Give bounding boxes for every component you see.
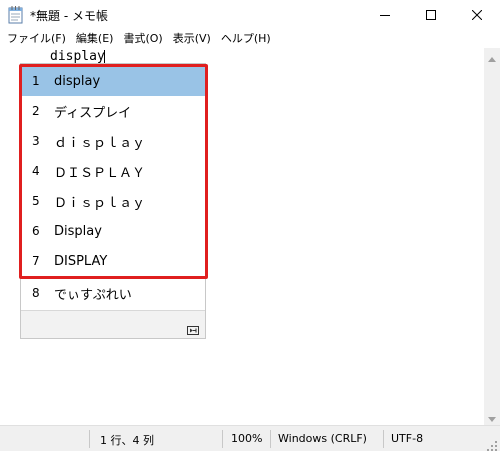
candidate-item[interactable]: 7 DISPLAY bbox=[21, 246, 205, 276]
candidate-text: でぃすぷれい bbox=[54, 287, 132, 303]
scroll-down-button[interactable] bbox=[484, 408, 500, 425]
candidate-text: Display bbox=[54, 223, 102, 239]
maximize-icon bbox=[426, 10, 436, 20]
status-separator bbox=[383, 430, 384, 448]
status-line-ending: Windows (CRLF) bbox=[278, 432, 367, 445]
candidate-text: ｄｉｓｐｌａｙ bbox=[54, 135, 146, 151]
menu-file[interactable]: ファイル(F) bbox=[0, 30, 71, 48]
expand-candidates-icon[interactable] bbox=[187, 320, 199, 335]
title-bar[interactable]: *無題 - メモ帳 bbox=[0, 0, 500, 30]
arrow-up-icon bbox=[488, 47, 496, 66]
menu-edit[interactable]: 編集(E) bbox=[71, 30, 119, 48]
candidate-number: 5 bbox=[32, 194, 40, 208]
resize-grip-icon[interactable] bbox=[486, 437, 498, 451]
status-bar: 1 行、4 列 100% Windows (CRLF) UTF-8 bbox=[0, 425, 500, 451]
close-button[interactable] bbox=[454, 0, 500, 30]
candidate-item[interactable]: 2 ディスプレイ bbox=[21, 96, 205, 126]
arrow-down-icon bbox=[488, 407, 496, 426]
scroll-up-button[interactable] bbox=[484, 48, 500, 65]
candidate-item[interactable]: 6 Display bbox=[21, 216, 205, 246]
candidate-number: 7 bbox=[32, 254, 40, 268]
candidate-text: DISPLAY bbox=[54, 253, 108, 269]
candidate-number: 3 bbox=[32, 134, 40, 148]
vertical-scrollbar[interactable] bbox=[484, 48, 500, 425]
ime-candidate-list: 1 display 2 ディスプレイ 3 ｄｉｓｐｌａｙ 4 ＤＩＳＰＬＡＹ 5… bbox=[20, 63, 206, 339]
candidate-footer bbox=[21, 311, 205, 338]
candidate-item[interactable]: 5 Ｄｉｓｐｌａｙ bbox=[21, 186, 205, 216]
status-cursor-position: 1 行、4 列 bbox=[100, 434, 154, 447]
menu-bar: ファイル(F) 編集(E) 書式(O) 表示(V) ヘルプ(H) bbox=[0, 30, 500, 48]
candidate-item[interactable]: 3 ｄｉｓｐｌａｙ bbox=[21, 126, 205, 156]
notepad-window: *無題 - メモ帳 ファイル(F) 編集(E) 書式(O) 表示(V) ヘルプ(… bbox=[0, 0, 500, 451]
candidate-item[interactable]: 4 ＤＩＳＰＬＡＹ bbox=[21, 156, 205, 186]
candidate-number: 1 bbox=[32, 74, 40, 88]
candidate-text: display bbox=[54, 73, 101, 89]
window-title: *無題 - メモ帳 bbox=[30, 9, 108, 23]
candidate-text: ディスプレイ bbox=[54, 105, 132, 121]
minimize-button[interactable] bbox=[362, 0, 408, 30]
close-icon bbox=[472, 10, 482, 20]
notepad-icon[interactable] bbox=[8, 6, 23, 24]
status-separator bbox=[222, 430, 223, 448]
candidate-item[interactable]: 1 display bbox=[21, 66, 205, 96]
menu-view[interactable]: 表示(V) bbox=[168, 30, 216, 48]
candidate-number: 6 bbox=[32, 224, 40, 238]
minimize-icon bbox=[380, 10, 390, 20]
status-separator bbox=[89, 430, 90, 448]
candidate-text: ＤＩＳＰＬＡＹ bbox=[54, 165, 146, 181]
candidate-text: Ｄｉｓｐｌａｙ bbox=[54, 195, 146, 211]
status-encoding: UTF-8 bbox=[391, 432, 424, 445]
menu-format[interactable]: 書式(O) bbox=[118, 30, 167, 48]
candidate-item[interactable]: 8 でぃすぷれい bbox=[21, 278, 205, 308]
status-zoom: 100% bbox=[231, 432, 263, 445]
status-separator bbox=[270, 430, 271, 448]
maximize-button[interactable] bbox=[408, 0, 454, 30]
candidate-number: 8 bbox=[32, 286, 40, 300]
candidate-number: 4 bbox=[32, 164, 40, 178]
candidate-number: 2 bbox=[32, 104, 40, 118]
menu-help[interactable]: ヘルプ(H) bbox=[216, 30, 276, 48]
